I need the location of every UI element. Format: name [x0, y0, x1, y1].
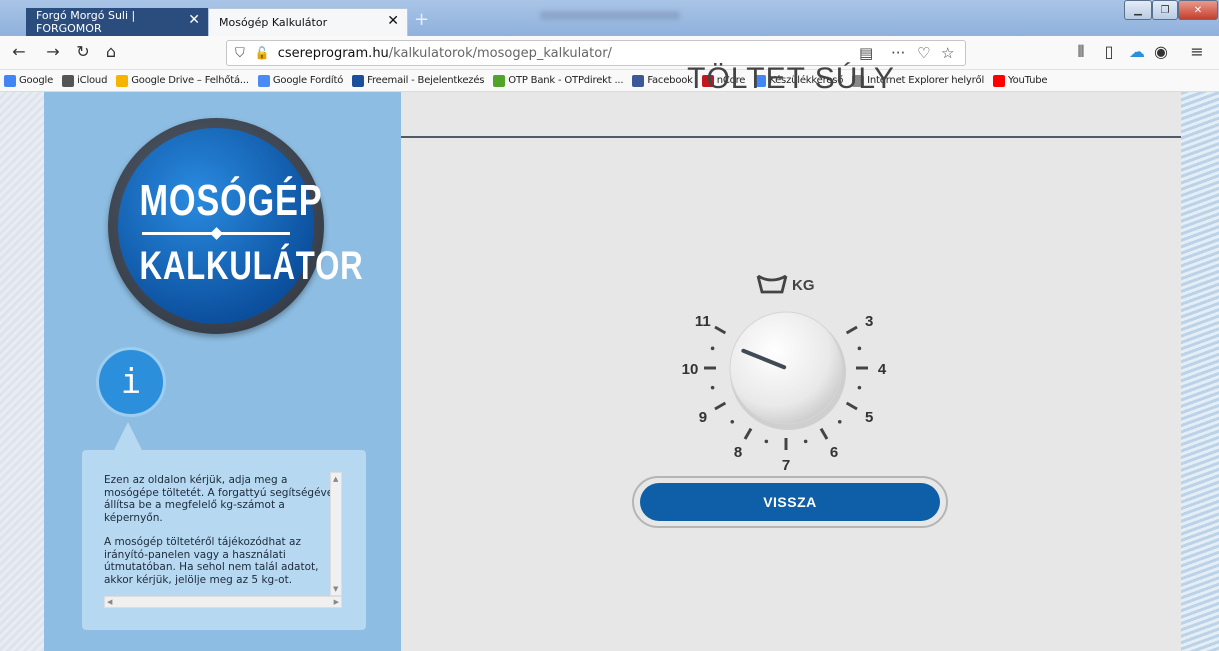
wash-basin-icon — [756, 274, 788, 294]
info-icon: i — [96, 347, 166, 417]
tab-forgo-morgo[interactable]: Forgó Morgó Suli | FORGOMOR ✕ — [26, 8, 208, 36]
tab-mosogep-kalkulator[interactable]: Mosógép Kalkulátor ✕ — [208, 8, 408, 36]
dial-minor-tick — [730, 419, 735, 424]
logo-line1: MOSÓGÉP — [139, 176, 323, 225]
library-icon[interactable]: ⫴ — [1070, 42, 1092, 62]
menu-icon[interactable]: ≡ — [1186, 42, 1208, 61]
bookmark-item[interactable]: iCloud — [62, 74, 108, 87]
maximize-icon[interactable]: ❐ — [1152, 0, 1178, 20]
mosogep-kalkulator-logo: MOSÓGÉP KALKULÁTOR — [108, 118, 364, 334]
scroll-up-icon[interactable]: ▲ — [333, 475, 338, 483]
minimize-icon[interactable]: ▁ — [1124, 0, 1152, 20]
drive-icon — [116, 74, 129, 87]
tab-label: Forgó Morgó Suli | FORGOMOR — [36, 9, 136, 35]
dial-minor-tick — [837, 419, 842, 424]
bookmark-label: Google Fordító — [272, 75, 344, 86]
back-button[interactable]: VISSZA — [640, 483, 940, 521]
bookmark-item[interactable]: Google Drive – Felhőtá... — [116, 74, 249, 87]
dial-number[interactable]: 3 — [865, 313, 873, 330]
shield-icon[interactable]: ⛉ — [235, 46, 245, 61]
bookmark-label: iCloud — [77, 75, 108, 86]
scroll-down-icon[interactable]: ▼ — [333, 585, 338, 593]
back-button-frame: VISSZA — [632, 476, 948, 528]
close-icon[interactable]: ✕ — [188, 12, 200, 28]
bookmark-label: Google — [19, 75, 54, 86]
dial-number[interactable]: 11 — [695, 313, 711, 330]
dial-number[interactable]: 5 — [865, 409, 873, 426]
dial-number[interactable]: 7 — [782, 457, 790, 474]
info-paragraph: Ezen az oldalon kérjük, adja meg a mosóg… — [104, 474, 337, 524]
dial-major-tick — [845, 401, 858, 411]
dial-number[interactable]: 6 — [830, 444, 838, 461]
freemail-icon — [352, 74, 365, 87]
back-icon[interactable]: ← — [8, 42, 30, 61]
dial-number[interactable]: 10 — [682, 361, 699, 378]
dial-minor-tick — [710, 346, 715, 351]
dial-minor-tick — [857, 346, 862, 351]
dial-major-tick — [819, 427, 829, 440]
bookmark-star-icon[interactable]: ☆ — [941, 44, 954, 62]
scroll-left-icon[interactable]: ◀ — [107, 598, 112, 606]
bookmark-label: Google Drive – Felhőtá... — [131, 75, 249, 86]
dial-number[interactable]: 4 — [878, 361, 887, 378]
bookmark-item[interactable]: Google — [4, 74, 54, 87]
apple-icon — [62, 74, 75, 87]
translate-icon — [257, 74, 270, 87]
page-title: TÖLTET SÚLY — [687, 62, 895, 95]
reload-icon[interactable]: ↻ — [72, 42, 94, 61]
info-text[interactable]: Ezen az oldalon kérjük, adja meg a mosóg… — [104, 474, 340, 608]
insecure-lock-icon[interactable]: 🔓 — [255, 46, 270, 60]
dial-major-tick — [845, 325, 858, 335]
weight-dial: KG 3 4 5 6 7 8 9 10 11 — [682, 274, 887, 474]
scroll-right-icon[interactable]: ▶ — [334, 598, 339, 606]
tab-bar: Forgó Morgó Suli | FORGOMOR ✕ Mosógép Ka… — [0, 0, 1219, 36]
google-icon — [4, 74, 16, 87]
dial-number[interactable]: 8 — [734, 444, 742, 461]
url-text[interactable]: csereprogram.hu/kalkulatorok/mosogep_kal… — [278, 46, 612, 61]
dial-major-tick — [714, 325, 727, 335]
bookmark-item[interactable]: Google Fordító — [257, 74, 344, 87]
decorative-border — [1181, 92, 1219, 651]
info-box: Ezen az oldalon kérjük, adja meg a mosóg… — [82, 450, 366, 630]
dial-minor-tick — [803, 439, 808, 444]
more-icon[interactable]: ··· — [891, 44, 905, 62]
account-icon[interactable]: ◉ — [1150, 42, 1172, 61]
dial-major-tick — [743, 427, 753, 440]
dial-minor-tick — [764, 439, 769, 444]
horizontal-scrollbar[interactable]: ◀ ▶ — [104, 596, 342, 608]
logo-line2: KALKULÁTOR — [139, 244, 364, 288]
info-paragraph: A mosógép töltetéről tájékozódhat az irá… — [104, 536, 319, 586]
cloud-icon[interactable]: ☁ — [1126, 42, 1148, 61]
dial-minor-tick — [857, 385, 862, 390]
new-tab-icon[interactable]: + — [414, 9, 429, 30]
window-title — [540, 11, 680, 20]
dial-major-tick — [714, 401, 727, 411]
forward-icon[interactable]: → — [42, 42, 64, 61]
dial-number[interactable]: 9 — [699, 409, 707, 426]
tab-label: Mosógép Kalkulátor — [219, 16, 328, 29]
vertical-scrollbar[interactable]: ▲ ▼ — [330, 472, 342, 596]
unit-label: KG — [792, 277, 815, 294]
pocket-icon[interactable]: ♡ — [917, 44, 930, 62]
dial-minor-tick — [710, 385, 715, 390]
title-divider — [401, 136, 1181, 138]
home-icon[interactable]: ⌂ — [100, 42, 122, 61]
close-icon[interactable]: ✕ — [387, 13, 399, 29]
window-close-icon[interactable]: ✕ — [1178, 0, 1218, 20]
info-pointer — [114, 422, 142, 450]
reader-view-icon[interactable]: ▤ — [859, 44, 873, 62]
sidebar-icon[interactable]: ▯ — [1098, 42, 1120, 61]
